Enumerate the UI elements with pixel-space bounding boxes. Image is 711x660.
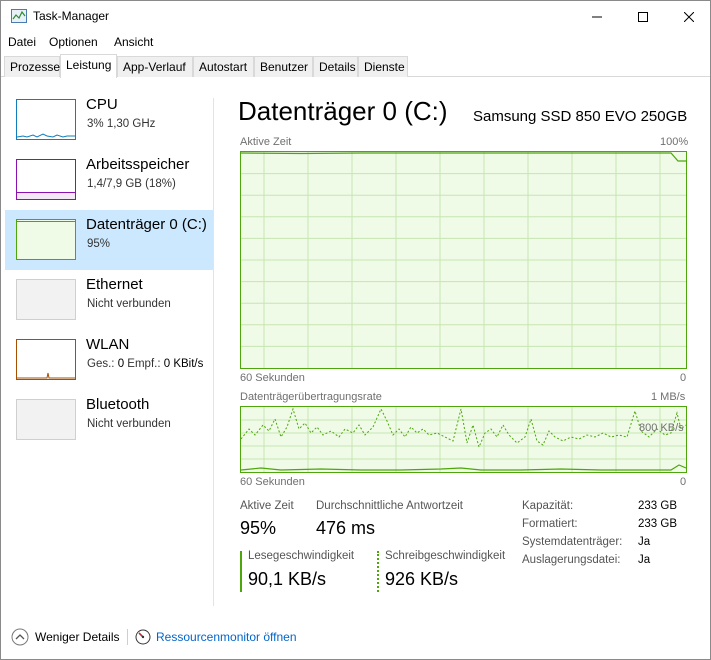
fewer-details-label: Weniger Details [35, 630, 120, 644]
response-time-label: Durchschnittliche Antwortzeit [316, 500, 464, 512]
minimize-icon [592, 16, 602, 17]
tab-benutzer[interactable]: Benutzer [254, 56, 313, 77]
resource-item-disk[interactable]: Datenträger 0 (C:) 95% [5, 210, 214, 270]
disk-thumbnail-graph [16, 219, 76, 260]
resource-monitor-icon [135, 629, 151, 645]
formatted-value: 233 GB [638, 518, 677, 530]
maximize-button[interactable] [620, 1, 666, 32]
active-time-graph-xlabel: 60 Sekunden [240, 372, 305, 384]
cpu-title: CPU [86, 96, 118, 113]
active-time-value: 95% [240, 518, 277, 538]
menu-optionen[interactable]: Optionen [49, 35, 98, 49]
write-speed-indicator [377, 551, 379, 592]
write-speed-label: Schreibgeschwindigkeit [385, 550, 506, 562]
bluetooth-title: Bluetooth [86, 396, 150, 413]
resource-item-bluetooth[interactable]: Bluetooth Nicht verbunden [5, 390, 214, 450]
read-speed-value: 90,1 KB/s [248, 569, 327, 589]
pagefile-key: Auslagerungsdatei: [522, 554, 621, 566]
system-disk-key: Systemdatenträger: [522, 536, 623, 548]
bluetooth-subtitle: Nicht verbunden [87, 418, 171, 430]
transfer-rate-graph-max: 1 MB/s [651, 391, 686, 403]
active-time-label: Aktive Zeit [240, 500, 294, 512]
ethernet-subtitle: Nicht verbunden [87, 298, 171, 310]
footer-divider [127, 629, 128, 645]
fewer-details-button[interactable]: Weniger Details [11, 627, 119, 647]
menu-bar: Datei Optionen Ansicht [1, 32, 710, 52]
tab-strip: Prozesse Leistung App-Verlauf Autostart … [1, 54, 710, 78]
memory-title: Arbeitsspeicher [86, 156, 190, 173]
maximize-icon [638, 11, 648, 22]
ethernet-title: Ethernet [86, 276, 143, 293]
resource-monitor-link[interactable]: Ressourcenmonitor öffnen [135, 627, 297, 647]
active-time-graph-max: 100% [660, 136, 689, 148]
system-disk-value: Ja [638, 536, 651, 548]
capacity-key: Kapazität: [522, 500, 574, 512]
disk-title: Datenträger 0 (C:) [86, 216, 207, 233]
cpu-sparkline [16, 133, 75, 138]
detail-title: Datenträger 0 (C:) [238, 96, 448, 126]
close-button[interactable] [666, 1, 711, 32]
panel-divider [213, 98, 214, 606]
tab-prozesse[interactable]: Prozesse [4, 56, 60, 77]
bluetooth-thumbnail-graph [16, 399, 76, 440]
wlan-receive-label: Empf.: [127, 358, 161, 370]
response-time-value: 476 ms [316, 518, 376, 538]
transfer-rate-graph: 800 KB/s [240, 406, 687, 473]
task-manager-window: Task-Manager Datei Optionen Ansicht Proz… [0, 0, 711, 660]
tab-dienste[interactable]: Dienste [358, 56, 408, 77]
wlan-send-value: 0 [117, 358, 125, 370]
tab-leistung[interactable]: Leistung [60, 54, 117, 78]
cpu-subtitle: 3% 1,30 GHz [87, 118, 156, 130]
wlan-thumbnail-graph [16, 339, 76, 380]
ethernet-thumbnail-graph [16, 279, 76, 320]
transfer-rate-graph-label: Datenträgerübertragungsrate [240, 391, 382, 403]
active-time-graph [240, 151, 687, 369]
formatted-key: Formatiert: [522, 518, 578, 530]
footer: Weniger Details Ressourcenmonitor öffnen [1, 619, 710, 659]
minimize-button[interactable] [574, 1, 620, 32]
window-title: Task-Manager [33, 9, 110, 23]
resource-monitor-label: Ressourcenmonitor öffnen [156, 630, 297, 644]
read-speed-indicator [240, 551, 242, 592]
active-time-graph-label: Aktive Zeit [240, 136, 292, 148]
read-speed-label: Lesegeschwindigkeit [248, 550, 355, 562]
wlan-subtitle: Ges.: 0 Empf.: 0 KBit/s [87, 358, 203, 370]
pagefile-value: Ja [638, 554, 651, 566]
tab-app-verlauf[interactable]: App-Verlauf [117, 56, 193, 77]
menu-ansicht[interactable]: Ansicht [114, 35, 153, 49]
task-manager-app-icon [11, 9, 27, 23]
tab-details[interactable]: Details [313, 56, 358, 77]
capacity-value: 233 GB [638, 500, 677, 512]
resource-item-ethernet[interactable]: Ethernet Nicht verbunden [5, 270, 214, 330]
wlan-receive-value: 0 KBit/s [163, 358, 204, 370]
transfer-rate-graph-xlabel: 60 Sekunden [240, 476, 305, 488]
cpu-thumbnail-graph [16, 99, 76, 140]
tab-autostart[interactable]: Autostart [193, 56, 254, 77]
disk-subtitle: 95% [87, 238, 111, 250]
resource-list: CPU 3% 1,30 GHz Arbeitsspeicher 1,4/7,9 … [5, 90, 214, 610]
transfer-rate-graph-min: 0 [680, 476, 687, 488]
resource-item-wlan[interactable]: WLAN Ges.: 0 Empf.: 0 KBit/s [5, 330, 214, 390]
transfer-rate-graph-canvas [240, 407, 687, 472]
wlan-sparkline [17, 372, 75, 379]
active-time-graph-min: 0 [680, 372, 687, 384]
device-name: Samsung SSD 850 EVO 250GB [473, 108, 688, 125]
chevron-up-circle-icon [11, 628, 29, 646]
memory-thumbnail-graph [16, 159, 76, 200]
write-speed-value: 926 KB/s [385, 569, 459, 589]
transfer-rate-graph-mid: 800 KB/s [639, 422, 684, 434]
close-icon [684, 11, 694, 22]
memory-subtitle: 1,4/7,9 GB (18%) [87, 178, 176, 190]
title-bar: Task-Manager [1, 1, 710, 32]
wlan-send-label: Ges.: [87, 358, 115, 370]
resource-item-cpu[interactable]: CPU 3% 1,30 GHz [5, 90, 214, 150]
menu-datei[interactable]: Datei [8, 35, 36, 49]
resource-item-memory[interactable]: Arbeitsspeicher 1,4/7,9 GB (18%) [5, 150, 214, 210]
wlan-title: WLAN [86, 336, 130, 353]
active-time-graph-canvas [240, 152, 686, 368]
